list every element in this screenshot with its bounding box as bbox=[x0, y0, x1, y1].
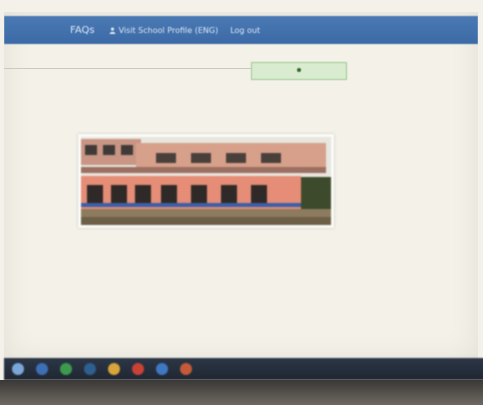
windows-taskbar bbox=[4, 358, 483, 380]
logout-link[interactable]: Log out bbox=[230, 26, 260, 35]
visit-profile-label: Visit School Profile (ENG) bbox=[118, 25, 219, 35]
form-divider bbox=[4, 68, 254, 69]
file-explorer-icon[interactable] bbox=[84, 363, 96, 375]
upload-indicator-icon bbox=[297, 68, 301, 72]
folder-icon[interactable] bbox=[108, 363, 120, 375]
monitor-screen: FAQs Visit School Profile (ENG) Log out bbox=[4, 12, 478, 362]
store-icon[interactable] bbox=[156, 363, 168, 375]
windows-start-icon[interactable] bbox=[12, 363, 24, 375]
media-icon[interactable] bbox=[132, 363, 144, 375]
top-nav-bar: FAQs Visit School Profile (ENG) Log out bbox=[4, 16, 478, 44]
app-icon[interactable] bbox=[180, 363, 192, 375]
person-icon bbox=[109, 27, 116, 34]
school-building-photo bbox=[78, 134, 334, 228]
faqs-link[interactable]: FAQs bbox=[70, 25, 95, 36]
school-building-image bbox=[81, 137, 331, 225]
chrome-icon[interactable] bbox=[60, 363, 72, 375]
monitor-base bbox=[0, 380, 483, 405]
visit-profile-link[interactable]: Visit School Profile (ENG) bbox=[109, 25, 219, 35]
browser-icon[interactable] bbox=[36, 363, 48, 375]
upload-button[interactable] bbox=[251, 62, 347, 80]
